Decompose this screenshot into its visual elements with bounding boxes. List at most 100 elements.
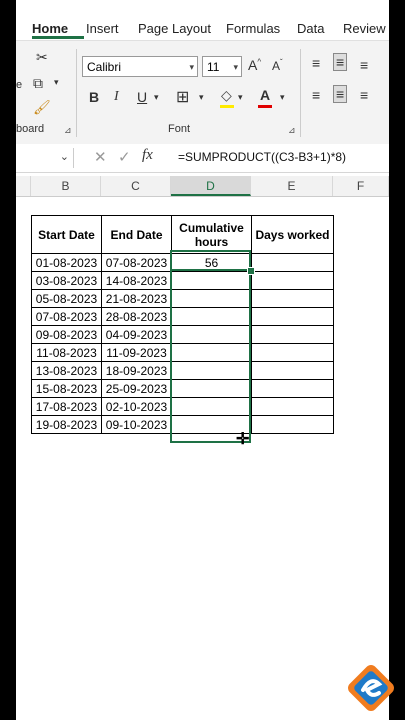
align-middle-icon[interactable]: ≡ [333, 53, 348, 71]
cell-start-date[interactable]: 19-08-2023 [31, 415, 102, 434]
column-header-c[interactable]: C [101, 176, 171, 196]
cell-days-worked[interactable] [251, 253, 334, 272]
cell-start-date[interactable]: 17-08-2023 [31, 397, 102, 416]
align-top-icon[interactable]: ≡ [312, 55, 320, 71]
tab-formulas[interactable]: Formulas [226, 21, 280, 36]
table-row: 11-08-2023 11-09-2023 [31, 343, 334, 362]
bold-icon[interactable]: B [89, 89, 99, 105]
cell-cumulative-hours[interactable] [171, 397, 252, 416]
cell-cumulative-hours[interactable] [171, 379, 252, 398]
cancel-icon[interactable]: ✕ [94, 148, 107, 166]
tab-page-layout[interactable]: Page Layout [138, 21, 211, 36]
fill-color-swatch [220, 105, 234, 108]
align-right-icon[interactable]: ≡ [360, 87, 368, 103]
cell-days-worked[interactable] [251, 379, 334, 398]
clipboard-launcher-icon[interactable]: ⊿ [64, 125, 72, 136]
format-painter-icon[interactable]: 🖌 [33, 99, 51, 116]
column-header-a[interactable] [16, 176, 31, 196]
chevron-down-icon[interactable]: ⌄ [60, 150, 69, 163]
tab-data[interactable]: Data [297, 21, 324, 36]
tab-review[interactable]: Review [343, 21, 386, 36]
cell-cumulative-hours[interactable] [171, 289, 252, 308]
header-start-date[interactable]: Start Date [31, 215, 102, 254]
underline-dropdown-icon[interactable]: ▾ [154, 92, 159, 103]
formula-input[interactable]: =SUMPRODUCT((C3-B3+1)*8) [178, 150, 346, 164]
font-size-select[interactable]: 11 ▾ [202, 56, 242, 77]
cell-days-worked[interactable] [251, 397, 334, 416]
cell-days-worked[interactable] [251, 343, 334, 362]
cell-start-date[interactable]: 03-08-2023 [31, 271, 102, 290]
cell-cumulative-hours[interactable] [171, 343, 252, 362]
align-left-icon[interactable]: ≡ [312, 87, 320, 103]
font-name-select[interactable]: Calibri ▾ [82, 56, 198, 77]
cell-cumulative-hours[interactable] [171, 271, 252, 290]
column-header-e[interactable]: E [251, 176, 333, 196]
cell-days-worked[interactable] [251, 361, 334, 380]
borders-dropdown-icon[interactable]: ▾ [199, 92, 204, 103]
decrease-font-icon[interactable]: Aˇ [272, 58, 283, 73]
header-end-date[interactable]: End Date [101, 215, 172, 254]
align-center-icon[interactable]: ≡ [333, 85, 348, 103]
cell-start-date[interactable]: 09-08-2023 [31, 325, 102, 344]
cell-days-worked[interactable] [251, 271, 334, 290]
fill-color-dropdown-icon[interactable]: ▾ [238, 92, 243, 103]
borders-icon[interactable]: ⊞ [176, 87, 189, 107]
formula-bar: ⌄ ✕ ✓ fx =SUMPRODUCT((C3-B3+1)*8) [16, 144, 389, 173]
worksheet-grid[interactable]: Start Date End Date Cumulative hours Day… [16, 197, 389, 720]
cell-end-date[interactable]: 25-09-2023 [101, 379, 172, 398]
underline-icon[interactable]: U [137, 89, 147, 105]
cell-end-date[interactable]: 18-09-2023 [101, 361, 172, 380]
paste-label-fragment[interactable]: e [16, 79, 22, 91]
table-row: 03-08-2023 14-08-2023 [31, 271, 334, 290]
font-color-dropdown-icon[interactable]: ▾ [280, 92, 285, 103]
tab-insert[interactable]: Insert [86, 21, 119, 36]
font-color-icon[interactable]: A [260, 87, 270, 103]
increase-font-icon[interactable]: A^ [248, 57, 261, 73]
column-header-b[interactable]: B [31, 176, 101, 196]
header-days-worked[interactable]: Days worked [251, 215, 334, 254]
cell-start-date[interactable]: 07-08-2023 [31, 307, 102, 326]
cell-end-date[interactable]: 14-08-2023 [101, 271, 172, 290]
cell-days-worked[interactable] [251, 289, 334, 308]
cell-start-date[interactable]: 01-08-2023 [31, 253, 102, 272]
cell-days-worked[interactable] [251, 415, 334, 434]
tab-home[interactable]: Home [32, 21, 68, 36]
font-launcher-icon[interactable]: ⊿ [288, 125, 296, 136]
cell-end-date[interactable]: 04-09-2023 [101, 325, 172, 344]
font-name-value: Calibri [87, 60, 122, 74]
copy-dropdown-icon[interactable]: ▾ [54, 77, 59, 88]
cell-start-date[interactable]: 15-08-2023 [31, 379, 102, 398]
column-header-f[interactable]: F [333, 176, 389, 196]
italic-icon[interactable]: I [114, 89, 119, 105]
cell-end-date[interactable]: 07-08-2023 [101, 253, 172, 272]
cell-days-worked[interactable] [251, 307, 334, 326]
cell-cumulative-hours[interactable] [171, 325, 252, 344]
insert-function-icon[interactable]: fx [142, 147, 153, 164]
fill-color-icon[interactable]: ◇ [221, 87, 232, 104]
cell-days-worked[interactable] [251, 325, 334, 344]
cell-end-date[interactable]: 02-10-2023 [101, 397, 172, 416]
cell-start-date[interactable]: 13-08-2023 [31, 361, 102, 380]
active-cell[interactable] [170, 250, 251, 271]
cell-end-date[interactable]: 09-10-2023 [101, 415, 172, 434]
cell-end-date[interactable]: 21-08-2023 [101, 289, 172, 308]
cut-icon[interactable]: ✂ [36, 49, 48, 66]
header-cumulative-hours[interactable]: Cumulative hours [171, 215, 252, 254]
fill-handle[interactable] [247, 267, 255, 275]
table-row: 17-08-2023 02-10-2023 [31, 397, 334, 416]
cell-end-date[interactable]: 11-09-2023 [101, 343, 172, 362]
align-bottom-icon[interactable]: ≡ [360, 57, 368, 73]
crosshair-cursor-icon: ✛ [236, 431, 250, 448]
enter-icon[interactable]: ✓ [118, 148, 131, 166]
cell-start-date[interactable]: 05-08-2023 [31, 289, 102, 308]
cell-cumulative-hours[interactable] [171, 361, 252, 380]
table-row: 15-08-2023 25-09-2023 [31, 379, 334, 398]
cell-end-date[interactable]: 28-08-2023 [101, 307, 172, 326]
table-row: 19-08-2023 09-10-2023 [31, 415, 334, 434]
name-box[interactable]: ⌄ [16, 148, 74, 168]
copy-icon[interactable]: ⧉ [33, 75, 43, 92]
column-header-d[interactable]: D [171, 176, 251, 196]
cell-start-date[interactable]: 11-08-2023 [31, 343, 102, 362]
chevron-down-icon: ▾ [189, 62, 194, 72]
cell-cumulative-hours[interactable] [171, 307, 252, 326]
